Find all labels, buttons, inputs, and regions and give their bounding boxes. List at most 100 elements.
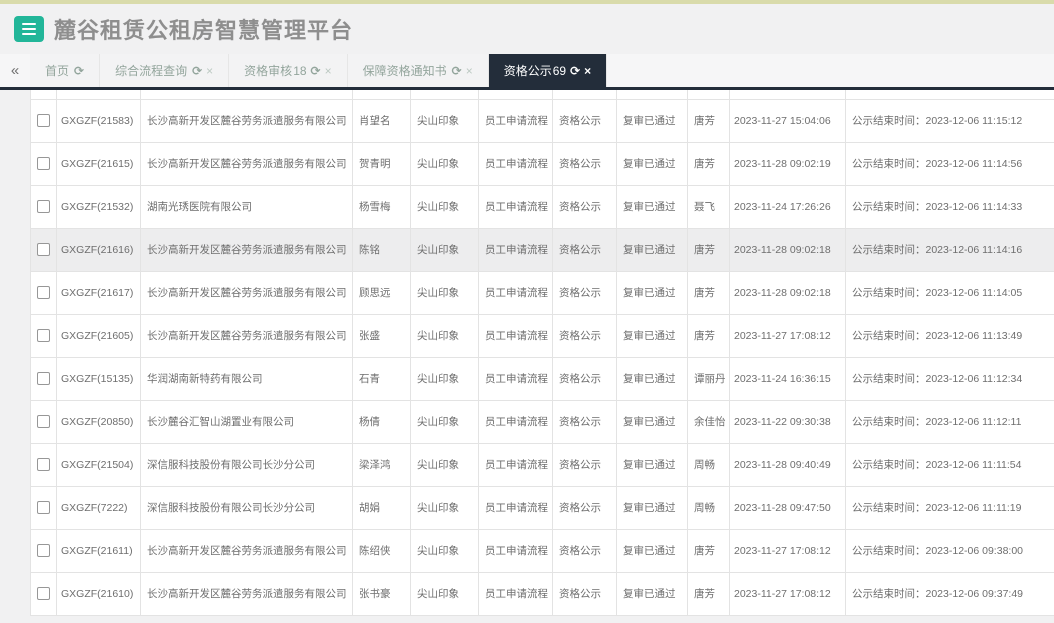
cell-timestamp: 2023-11-24 16:36:15 [730,357,846,400]
tab-label: 资格公示 [504,62,552,79]
cell-application-id: GXGZF(21605) [57,314,141,357]
refresh-icon[interactable]: ⟳ [74,64,84,78]
cell-company-name: 长沙高新开发区麓谷劳务派遣服务有限公司 [141,228,353,271]
app-header: 麓谷租赁公租房智慧管理平台 [0,4,1054,54]
table-row[interactable]: GXGZF(21610) 长沙高新开发区麓谷劳务派遣服务有限公司 张书豪 尖山印… [31,572,1054,615]
cell-application-id: GXGZF(21532) [57,185,141,228]
table-row[interactable]: GXGZF(15135) 华润湖南新特药有限公司 石青 尖山印象 员工申请流程 … [31,357,1054,400]
cell-review-status: 复审已通过 [617,400,688,443]
cell-review-status: 复审已通过 [617,357,688,400]
cell-operator-name: 唐芳 [688,228,730,271]
cell-timestamp: 2023-11-27 17:08:12 [730,572,846,615]
close-icon[interactable]: × [206,64,213,78]
cell-current-stage: 资格公示 [553,271,617,314]
row-checkbox[interactable] [37,415,50,428]
cell-publicity-end-remark: 公示结束时间：2023-12-06 11:14:33 [846,185,1054,228]
cell-application-id: GXGZF(20850) [57,400,141,443]
table-row[interactable]: GXGZF(21616) 长沙高新开发区麓谷劳务派遣服务有限公司 陈铭 尖山印象… [31,228,1054,271]
cell-application-id: GXGZF(21616) [57,228,141,271]
cell-company-name: 深信服科技股份有限公司长沙分公司 [141,443,353,486]
refresh-icon[interactable]: ⟳ [570,64,580,78]
cell-applicant-name: 肖望名 [353,99,411,142]
tab-qualification-publicity[interactable]: 资格公示69 ⟳ × [489,54,607,87]
row-checkbox[interactable] [37,286,50,299]
cell-company-name: 长沙高新开发区麓谷劳务派遣服务有限公司 [141,271,353,314]
row-checkbox-cell [31,228,57,271]
table-row[interactable]: GXGZF(7222) 深信服科技股份有限公司长沙分公司 胡娟 尖山印象 员工申… [31,486,1054,529]
table-row[interactable]: GXGZF(21504) 深信服科技股份有限公司长沙分公司 梁泽鸿 尖山印象 员… [31,443,1054,486]
cell-timestamp: 2023-11-27 15:04:06 [730,99,846,142]
tab-home[interactable]: 首页 ⟳ [30,54,100,87]
tab-label: 综合流程查询 [115,62,187,79]
table-row[interactable]: GXGZF(21615) 长沙高新开发区麓谷劳务派遣服务有限公司 贺青明 尖山印… [31,142,1054,185]
row-checkbox[interactable] [37,114,50,127]
cell-timestamp: 2023-11-24 17:26:26 [730,185,846,228]
cell-applicant-name: 陈绍侠 [353,529,411,572]
cell-timestamp: 2023-11-28 09:47:50 [730,486,846,529]
cell-company-name: 深信服科技股份有限公司长沙分公司 [141,486,353,529]
tab-process-query[interactable]: 综合流程查询 ⟳ × [100,54,229,87]
row-checkbox-cell [31,142,57,185]
row-checkbox-cell [31,400,57,443]
cell-review-status: 复审已通过 [617,142,688,185]
row-checkbox[interactable] [37,501,50,514]
table-row[interactable]: GXGZF(21611) 长沙高新开发区麓谷劳务派遣服务有限公司 陈绍侠 尖山印… [31,529,1054,572]
cell-process-name: 员工申请流程 [479,572,553,615]
cell-review-status: 复审已通过 [617,486,688,529]
tab-guarantee-notice[interactable]: 保障资格通知书 ⟳ × [348,54,489,87]
cell-publicity-end-remark: 公示结束时间：2023-12-06 11:14:05 [846,271,1054,314]
row-checkbox[interactable] [37,329,50,342]
row-checkbox[interactable] [37,200,50,213]
cell-current-stage: 资格公示 [553,443,617,486]
row-checkbox[interactable] [37,157,50,170]
table-row[interactable]: GXGZF(21583) 长沙高新开发区麓谷劳务派遣服务有限公司 肖望名 尖山印… [31,99,1054,142]
cell-applicant-name: 胡娟 [353,486,411,529]
cell-timestamp: 2023-11-22 09:30:38 [730,400,846,443]
cell-process-name: 员工申请流程 [479,529,553,572]
table-row[interactable]: GXGZF(21617) 长沙高新开发区麓谷劳务派遣服务有限公司 顾思远 尖山印… [31,271,1054,314]
cell-project-name: 尖山印象 [411,529,479,572]
tabs-scroll-left-button[interactable]: « [0,54,30,87]
tab-qualification-review[interactable]: 资格审核18 ⟳ × [229,54,347,87]
refresh-icon[interactable]: ⟳ [452,64,462,78]
cell-operator-name: 唐芳 [688,142,730,185]
cell-review-status: 复审已通过 [617,185,688,228]
cell-timestamp: 2023-11-28 09:40:49 [730,443,846,486]
cell-company-name: 长沙麓谷汇智山湖置业有限公司 [141,400,353,443]
double-chevron-left-icon: « [11,62,19,79]
hamburger-menu-button[interactable] [14,16,44,42]
row-checkbox[interactable] [37,243,50,256]
cell-application-id: GXGZF(21610) [57,572,141,615]
cell-project-name: 尖山印象 [411,142,479,185]
row-checkbox-cell [31,486,57,529]
cell-current-stage: 资格公示 [553,142,617,185]
cell-applicant-name: 张盛 [353,314,411,357]
row-checkbox[interactable] [37,372,50,385]
table-row[interactable]: GXGZF(20850) 长沙麓谷汇智山湖置业有限公司 杨倩 尖山印象 员工申请… [31,400,1054,443]
cell-process-name: 员工申请流程 [479,185,553,228]
tab-count: 18 [293,64,306,78]
cell-application-id: GXGZF(21583) [57,99,141,142]
row-checkbox[interactable] [37,587,50,600]
close-icon[interactable]: × [584,64,591,78]
close-icon[interactable]: × [466,64,473,78]
cell-process-name: 员工申请流程 [479,400,553,443]
hamburger-icon [22,33,36,35]
cell-timestamp: 2023-11-28 09:02:19 [730,142,846,185]
cell-publicity-end-remark: 公示结束时间：2023-12-06 09:37:49 [846,572,1054,615]
cell-publicity-end-remark: 公示结束时间：2023-12-06 09:38:00 [846,529,1054,572]
page-title: 麓谷租赁公租房智慧管理平台 [54,13,353,45]
table-row[interactable]: GXGZF(21532) 湖南光琇医院有限公司 杨雪梅 尖山印象 员工申请流程 … [31,185,1054,228]
publicity-table: GXGZF(21583) 长沙高新开发区麓谷劳务派遣服务有限公司 肖望名 尖山印… [30,90,1054,616]
row-checkbox[interactable] [37,544,50,557]
close-icon[interactable]: × [325,64,332,78]
cell-review-status: 复审已通过 [617,314,688,357]
refresh-icon[interactable]: ⟳ [192,64,202,78]
cell-application-id: GXGZF(21615) [57,142,141,185]
table-row[interactable]: GXGZF(21605) 长沙高新开发区麓谷劳务派遣服务有限公司 张盛 尖山印象… [31,314,1054,357]
tab-bar: « 首页 ⟳ 综合流程查询 ⟳ × 资格审核18 ⟳ × 保障资格通知书 ⟳ ×… [0,54,1054,90]
hamburger-icon [22,28,36,30]
cell-current-stage: 资格公示 [553,486,617,529]
refresh-icon[interactable]: ⟳ [311,64,321,78]
row-checkbox[interactable] [37,458,50,471]
